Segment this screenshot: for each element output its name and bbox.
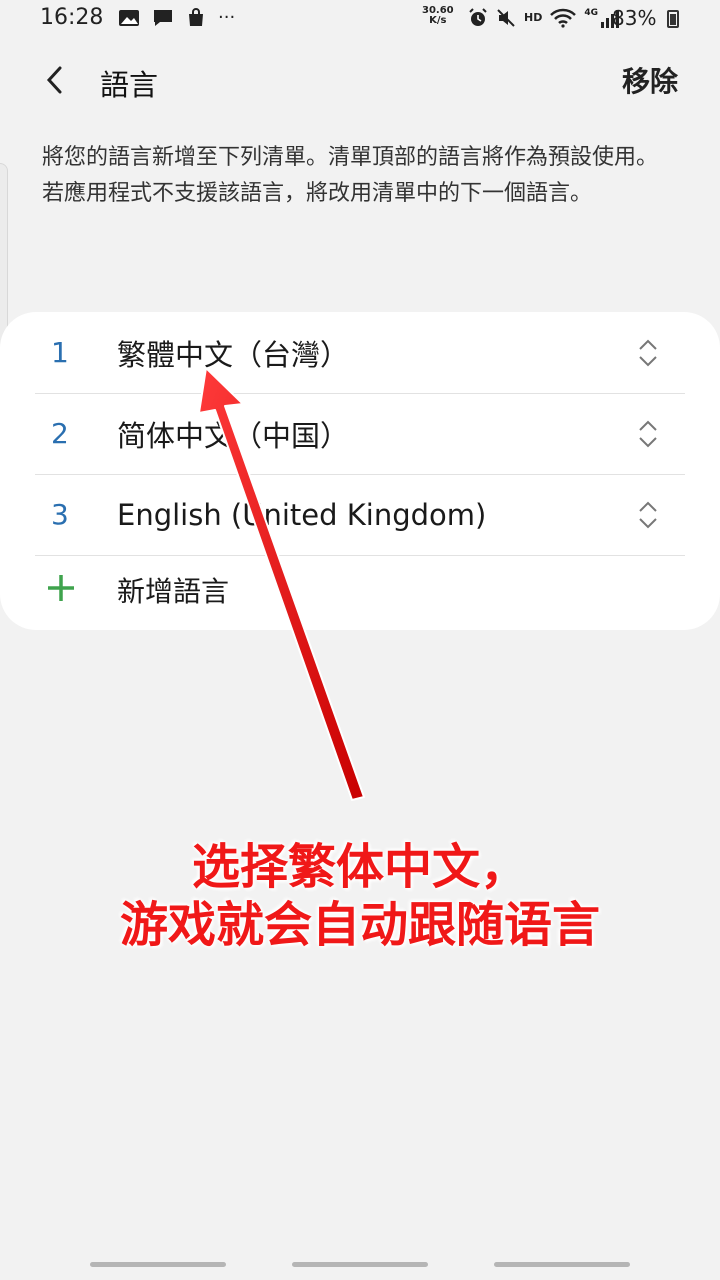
description-text: 將您的語言新增至下列清單。清單頂部的語言將作為預設使用。 若應用程式不支援該語言… <box>42 140 682 212</box>
back-button[interactable] <box>32 60 78 100</box>
page-title: 語言 <box>100 68 159 102</box>
language-label: English (United Kingdom) <box>117 497 487 532</box>
language-label: 繁體中文（台灣） <box>117 337 350 372</box>
plus-icon <box>35 572 117 608</box>
reorder-icon <box>639 420 657 447</box>
app-bar: 語言 移除 <box>0 50 720 110</box>
remove-button[interactable]: 移除 <box>622 60 678 100</box>
navigation-bar <box>0 1260 720 1280</box>
system-icons: HD 4G <box>468 6 619 30</box>
gallery-icon <box>119 10 139 26</box>
language-number: 1 <box>51 336 69 369</box>
alarm-icon <box>469 8 487 26</box>
annotation-caption: 选择繁体中文， 游戏就会自动跟随语言 <box>60 838 660 954</box>
status-time: 16:28 <box>40 5 104 30</box>
description-line-1: 將您的語言新增至下列清單。清單頂部的語言將作為預設使用。 <box>42 145 659 170</box>
add-language-button[interactable]: 新增語言 <box>35 555 685 625</box>
shopping-bag-icon <box>189 8 203 26</box>
reorder-handle[interactable] <box>633 333 663 373</box>
reorder-handle[interactable] <box>633 495 663 535</box>
more-dots-icon: ··· <box>218 7 236 28</box>
nav-recents-button[interactable] <box>90 1262 226 1267</box>
description-line-2: 若應用程式不支援該語言，將改用清單中的下一個語言。 <box>42 181 593 206</box>
hd-icon: HD <box>524 11 543 24</box>
status-bar: 16:28 ··· 30.60 K/s HD 4G 83% <box>0 0 720 40</box>
battery-icon <box>667 10 679 28</box>
chevron-left-icon <box>46 66 62 94</box>
language-label: 简体中文（中国） <box>117 418 350 453</box>
language-row-1[interactable]: 1 繁體中文（台灣） <box>35 312 685 394</box>
mute-icon <box>497 9 515 27</box>
wifi-icon <box>550 8 577 28</box>
language-row-2[interactable]: 2 简体中文（中国） <box>35 393 685 475</box>
language-number: 3 <box>51 498 69 531</box>
add-language-label: 新增語言 <box>117 575 230 608</box>
language-list-card: 1 繁體中文（台灣） 2 简体中文（中国） 3 English (United … <box>0 312 720 630</box>
nav-home-button[interactable] <box>292 1262 428 1267</box>
reorder-handle[interactable] <box>633 414 663 454</box>
reorder-icon <box>639 339 657 366</box>
nav-back-button[interactable] <box>494 1262 630 1267</box>
language-number: 2 <box>51 417 69 450</box>
notification-icons: ··· <box>118 6 235 30</box>
message-icon <box>154 10 172 26</box>
annotation-line-2: 游戏就会自动跟随语言 <box>119 897 600 953</box>
network-speed: 30.60 K/s <box>422 5 454 26</box>
reorder-icon <box>639 501 657 528</box>
language-row-3[interactable]: 3 English (United Kingdom) <box>35 474 685 556</box>
annotation-line-1: 选择繁体中文， <box>191 839 528 895</box>
battery-percent: 83% <box>612 6 657 30</box>
